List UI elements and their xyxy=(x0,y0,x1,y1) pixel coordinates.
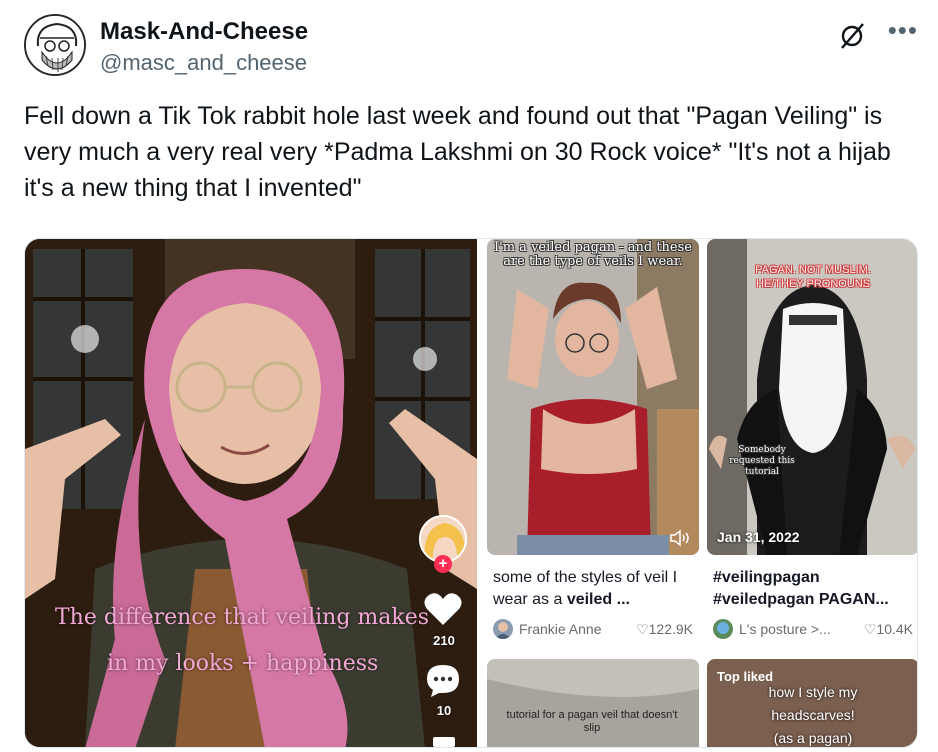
comment-count: 10 xyxy=(436,703,452,718)
video-caption[interactable]: some of the styles of veil I wear as a v… xyxy=(493,567,699,611)
overlay-caption-line1: The difference that veiling makes xyxy=(55,605,430,630)
tweet-media[interactable]: The difference that veiling makes in my … xyxy=(24,238,918,748)
thumbnail-text: PAGAN. NOT MUSLIM. HE/THEY PRONOUNS xyxy=(707,263,917,291)
speaker-icon[interactable] xyxy=(669,529,691,547)
video-thumbnail[interactable]: I'm a veiled pagan - and these are the t… xyxy=(487,239,699,555)
date-label: Jan 31, 2022 xyxy=(717,529,800,545)
video-grid: I'm a veiled pagan - and these are the t… xyxy=(477,239,917,747)
like-count: 210 xyxy=(433,633,455,648)
thumbnail-text: tutorial for a pagan veil that doesn't s… xyxy=(506,709,678,734)
tweet-header: Mask-And-Cheese @masc_and_cheese ••• xyxy=(20,12,918,82)
display-name[interactable]: Mask-And-Cheese xyxy=(100,18,308,46)
caption-bold: veiled ... xyxy=(566,591,630,608)
author-name[interactable]: L's posture >... xyxy=(739,621,831,637)
author-avatar-small[interactable] xyxy=(713,619,733,639)
thumbnail-line2: headscarves! xyxy=(771,707,855,723)
thumbnail-line2: HE/THEY PRONOUNS xyxy=(755,278,871,290)
share-icon[interactable] xyxy=(433,737,455,747)
author-avatar[interactable] xyxy=(24,14,86,76)
video-caption[interactable]: #veilingpagan #veiledpagan PAGAN... xyxy=(713,567,917,611)
heart-icon[interactable] xyxy=(423,591,463,627)
video-thumbnail[interactable]: PAGAN. NOT MUSLIM. HE/THEY PRONOUNS Some… xyxy=(707,239,917,555)
thumbnail-subtext: Somebody requested this tutorial xyxy=(729,445,795,477)
author-avatar-small[interactable] xyxy=(493,619,513,639)
video-card-3[interactable]: tutorial for a pagan veil that doesn't s… xyxy=(487,659,699,747)
video-card-4[interactable]: Top liked how I style my headscarves! (a… xyxy=(707,659,917,747)
author-name[interactable]: Frankie Anne xyxy=(519,621,602,637)
more-icon[interactable]: ••• xyxy=(888,17,918,43)
video-meta: Frankie Anne ♡122.9K xyxy=(493,619,699,639)
thumbnail-line3: (as a pagan) xyxy=(773,730,853,746)
main-video[interactable]: The difference that veiling makes in my … xyxy=(25,239,477,747)
caption-line2: #veiledpagan PAGAN... xyxy=(713,591,889,608)
overlay-caption-line2: in my looks + happiness xyxy=(107,651,379,676)
comment-icon[interactable] xyxy=(425,663,461,697)
follow-button[interactable]: + xyxy=(434,555,452,573)
thumbnail-line1: how I style my xyxy=(768,684,858,700)
heart-outline-icon: ♡ xyxy=(863,621,877,637)
heart-outline-icon: ♡ xyxy=(636,621,649,637)
caption-line1: #veilingpagan xyxy=(713,569,820,586)
thumbnail-text: I'm a veiled pagan - and these are the t… xyxy=(494,240,692,269)
likes-count: 122.9K xyxy=(648,621,693,637)
grok-icon[interactable] xyxy=(838,22,866,50)
likes-label: ♡122.9K xyxy=(636,621,693,638)
thumbnail-line1: PAGAN. NOT MUSLIM. xyxy=(755,264,871,276)
thumbnail-text: how I style my headscarves! (as a pagan) xyxy=(707,681,917,747)
tweet-text: Fell down a Tik Tok rabbit hole last wee… xyxy=(24,102,891,202)
likes-label: ♡10.4K xyxy=(864,621,913,638)
likes-count: 10.4K xyxy=(876,621,913,637)
user-handle[interactable]: @masc_and_cheese xyxy=(100,50,307,76)
video-meta: L's posture >... ♡10.4K xyxy=(713,619,917,639)
